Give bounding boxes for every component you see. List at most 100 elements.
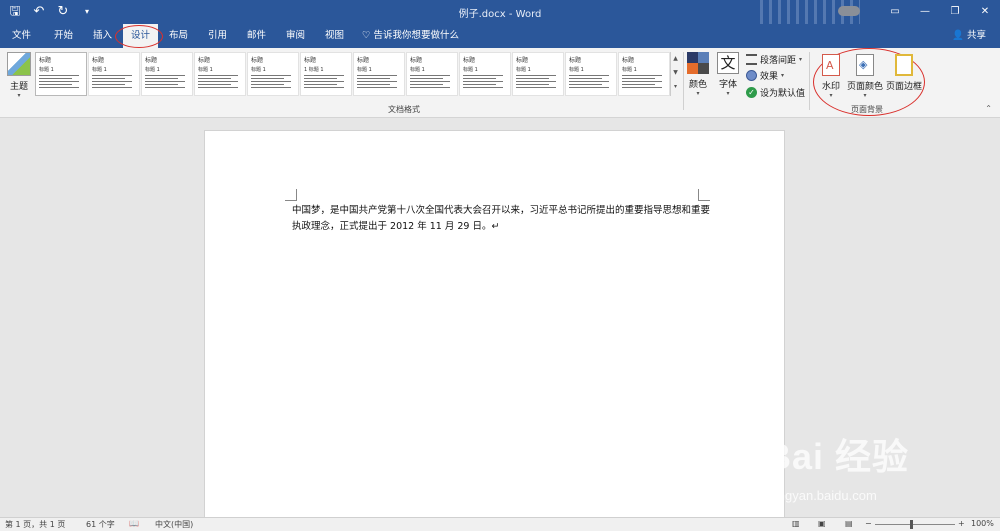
window-controls: ▭ — ❐ ✕ xyxy=(880,0,1000,24)
print-layout-icon[interactable]: ▣ xyxy=(818,519,826,528)
spacing-icon xyxy=(746,54,757,65)
style-set-gallery: 标题 标题 1 标题 标题 1 标题 标题 1 标题 标题 1 标题 标题 1 标题 1 标题 1 标题… xyxy=(35,52,670,108)
style-set-heading: 标题 1 xyxy=(198,67,213,73)
style-set-preview-lines xyxy=(198,75,242,88)
style-set-title: 标题 xyxy=(92,57,105,64)
effects-button[interactable]: 效果 ▾ xyxy=(746,69,784,82)
page-borders-button[interactable]: 页面边框 xyxy=(885,54,923,92)
style-set-title: 标题 xyxy=(516,57,529,64)
zoom-slider[interactable] xyxy=(875,524,955,525)
share-button[interactable]: 👤 共享 xyxy=(952,24,986,48)
style-set-heading: 标题 1 xyxy=(145,67,160,73)
fonts-label: 字体 xyxy=(718,80,737,90)
gallery-more-icon[interactable]: ▾ xyxy=(671,80,680,94)
zoom-out-icon[interactable]: − xyxy=(865,519,872,528)
ribbon: 主题 ▾ 标题 标题 1 标题 标题 1 标题 标题 1 标题 标题 1 标题 标题 1 标题 1 标… xyxy=(0,48,1000,118)
document-body-text[interactable]: 中国梦，是中国共产党第十八次全国代表大会召开以来，习近平总书记所提出的重要指导思… xyxy=(292,203,712,235)
style-set-title: 标题 xyxy=(304,57,317,64)
theme-button[interactable]: 主题 ▾ xyxy=(6,52,32,99)
language-indicator[interactable]: 中文(中国) xyxy=(155,519,193,530)
style-set-heading: 标题 1 xyxy=(251,67,266,73)
style-set-preview-lines xyxy=(569,75,613,88)
lightbulb-icon: ♡ xyxy=(362,30,374,41)
style-set-thumbnail[interactable]: 标题标题 1 xyxy=(512,52,564,96)
scroll-up-icon[interactable]: ▲ xyxy=(671,52,680,66)
style-set-heading: 标题 1 xyxy=(516,67,531,73)
page-color-button[interactable]: ◈ 页面颜色 ▾ xyxy=(846,54,884,99)
style-set-thumbnail[interactable]: 标题 1 标题 1 xyxy=(300,52,352,96)
style-set-thumbnail[interactable]: 标题标题 1 xyxy=(35,52,87,96)
chevron-down-icon: ▾ xyxy=(863,92,867,99)
style-set-thumbnail[interactable]: 标题 标题 1 xyxy=(459,52,511,96)
read-mode-icon[interactable]: ▥ xyxy=(792,519,800,528)
zoom-in-icon[interactable]: + xyxy=(958,519,965,528)
tab-references[interactable]: 引用 xyxy=(200,24,235,48)
tab-mailings[interactable]: 邮件 xyxy=(239,24,274,48)
tab-design[interactable]: 设计 xyxy=(114,24,164,48)
fonts-button[interactable]: 文 字体 ▾ xyxy=(715,52,741,97)
tab-home[interactable]: 开始 xyxy=(46,24,81,48)
watermark-label: 水印 xyxy=(821,82,840,92)
tab-file[interactable]: 文件 xyxy=(4,24,39,48)
person-icon: 👤 xyxy=(952,30,964,41)
web-layout-icon[interactable]: ▤ xyxy=(845,519,853,528)
style-set-thumbnail[interactable]: 标题 标题 1 xyxy=(406,52,458,96)
page-color-label: 页面颜色 xyxy=(846,82,883,92)
chevron-down-icon: ▾ xyxy=(781,72,785,79)
style-set-thumbnail[interactable]: 标题标题 1 xyxy=(88,52,140,96)
style-set-heading: 标题 1 xyxy=(410,67,425,73)
status-bar: 第 1 页，共 1 页 61 个字 📖 中文(中国) ▥ ▣ ▤ − + 100… xyxy=(0,517,1000,531)
style-set-title: 标题 xyxy=(251,57,264,64)
style-set-title: 标题 xyxy=(39,57,52,64)
word-count[interactable]: 61 个字 xyxy=(86,519,115,530)
style-set-thumbnail[interactable]: 标题 标题 1 xyxy=(618,52,670,96)
zoom-level[interactable]: 100% xyxy=(971,519,994,528)
minimize-icon[interactable]: — xyxy=(910,0,940,24)
style-set-heading: 标题 1 xyxy=(39,67,54,73)
document-page[interactable]: 中国梦，是中国共产党第十八次全国代表大会召开以来，习近平总书记所提出的重要指导思… xyxy=(205,131,784,517)
document-formatting-label: 文档格式 xyxy=(388,105,420,114)
chevron-down-icon: ▾ xyxy=(829,92,833,99)
style-set-title: 标题 xyxy=(569,57,582,64)
page-count[interactable]: 第 1 页，共 1 页 xyxy=(5,519,65,530)
style-set-title: 标题 xyxy=(622,57,635,64)
page-borders-label: 页面边框 xyxy=(885,82,922,92)
style-set-title: 标题 xyxy=(357,57,370,64)
close-icon[interactable]: ✕ xyxy=(970,0,1000,24)
proofing-icon[interactable]: 📖 xyxy=(129,519,139,528)
zoom-slider-thumb[interactable] xyxy=(910,520,913,529)
restore-icon[interactable]: ❐ xyxy=(940,0,970,24)
style-set-heading: 1 标题 1 xyxy=(304,67,324,73)
colors-label: 颜色 xyxy=(688,80,707,90)
style-set-preview-lines xyxy=(92,75,136,88)
style-set-thumbnail[interactable]: 标题 标题 1 xyxy=(141,52,193,96)
effects-label: 效果 xyxy=(760,72,779,82)
style-set-heading: 标题 1 xyxy=(569,67,584,73)
ribbon-display-icon[interactable]: ▭ xyxy=(880,0,910,24)
chevron-down-icon: ▾ xyxy=(799,56,803,63)
style-set-thumbnail[interactable]: 标题标题 1 xyxy=(353,52,405,96)
tell-me-text: 告诉我你想要做什么 xyxy=(373,30,460,41)
tell-me-box[interactable]: ♡ 告诉我你想要做什么 xyxy=(362,24,459,48)
chevron-down-icon: ▾ xyxy=(696,90,700,97)
style-set-thumbnail[interactable]: 标题 标题 1 xyxy=(194,52,246,96)
set-as-default-button[interactable]: ✓ 设为默认值 xyxy=(746,86,805,99)
style-set-heading: 标题 1 xyxy=(92,67,107,73)
gallery-scroll[interactable]: ▲ ▼ ▾ xyxy=(670,52,680,96)
check-circle-icon: ✓ xyxy=(746,87,757,98)
divider xyxy=(809,52,810,110)
style-set-preview-lines xyxy=(304,75,348,88)
style-set-title: 标题 xyxy=(463,57,476,64)
colors-button[interactable]: 颜色 ▾ xyxy=(686,52,710,97)
tab-view[interactable]: 视图 xyxy=(317,24,352,48)
style-set-thumbnail[interactable]: 标题标题 1 xyxy=(565,52,617,96)
style-set-thumbnail[interactable]: 标题标题 1 xyxy=(247,52,299,96)
tab-review[interactable]: 审阅 xyxy=(278,24,313,48)
style-set-heading: 标题 1 xyxy=(357,67,372,73)
scroll-down-icon[interactable]: ▼ xyxy=(671,66,680,80)
style-set-preview-lines xyxy=(39,75,83,88)
watermark-button[interactable]: A 水印 ▾ xyxy=(817,54,845,99)
tab-layout[interactable]: 布局 xyxy=(161,24,196,48)
paragraph-spacing-button[interactable]: 段落间距 ▾ xyxy=(746,53,802,66)
collapse-ribbon-icon[interactable]: ⌃ xyxy=(985,104,992,113)
